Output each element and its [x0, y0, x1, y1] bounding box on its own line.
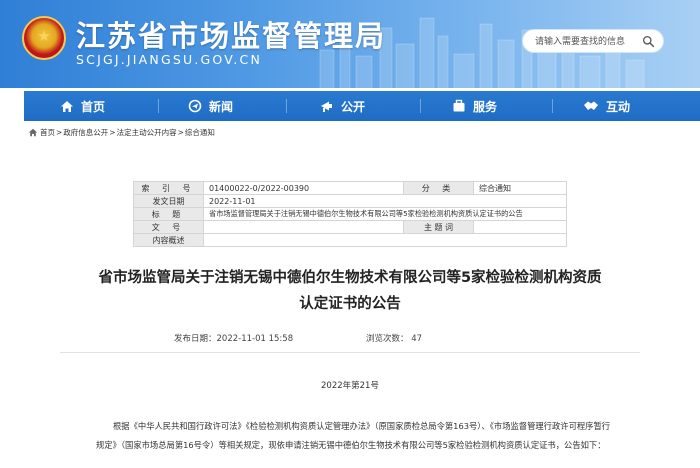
table-row: 发文日期 2022-11-01	[133, 194, 567, 208]
home-icon	[61, 100, 73, 112]
breadcrumb-item-notice[interactable]: 综合通知	[185, 127, 215, 138]
search-icon[interactable]	[642, 35, 655, 48]
search-input[interactable]	[535, 34, 643, 50]
view-count: 浏览次数： 47	[366, 334, 423, 344]
breadcrumb-separator: >	[109, 127, 116, 137]
date-label: 发文日期	[133, 194, 204, 208]
handshake-icon	[584, 101, 598, 110]
site-header: 江苏省市场监督管理局 SCJGJ.JIANGSU.GOV.CN	[0, 0, 700, 88]
home-icon[interactable]	[28, 128, 38, 137]
divider	[60, 352, 640, 353]
breadcrumb: 首页 > 政府信息公开 > 法定主动公开内容 > 综合通知	[28, 126, 215, 138]
nav-item-service[interactable]: 服务	[452, 91, 497, 121]
category-value: 综合通知	[473, 181, 567, 195]
summary-value	[203, 233, 567, 247]
site-title[interactable]: 江苏省市场监督管理局	[76, 13, 386, 55]
title-value: 省市场监督管理局关于注销无锡中德伯尔生物技术有限公司等5家检验检测机构资质认定证…	[203, 207, 567, 221]
service-icon	[453, 99, 465, 112]
index-label: 索 引 号	[133, 181, 204, 195]
table-row: 文 号 主 题 词	[133, 220, 567, 234]
nav-item-home[interactable]: 首页	[60, 91, 105, 121]
nav-item-label: 互动	[606, 99, 631, 114]
national-emblem-logo[interactable]	[22, 16, 66, 60]
main-nav: 首页 新闻 公开 服务 互动	[24, 91, 700, 121]
table-row: 索 引 号 01400022-0/2022-00390 分 类 综合通知	[133, 181, 567, 195]
table-row: 内容概述	[133, 233, 567, 247]
site-domain: SCJGJ.JIANGSU.GOV.CN	[76, 52, 263, 67]
summary-label: 内容概述	[133, 233, 204, 247]
nav-divider	[552, 99, 553, 113]
nav-item-label: 首页	[81, 99, 106, 114]
document-number: 2022年第21号	[321, 381, 379, 391]
article-title: 省市场监管局关于注销无锡中德伯尔生物技术有限公司等5家检验检测机构资质 认定证书…	[60, 265, 640, 317]
subject-value	[473, 220, 567, 234]
nav-item-label: 新闻	[209, 99, 234, 114]
date-value: 2022-11-01	[203, 194, 567, 208]
nav-divider	[420, 99, 421, 113]
open-icon	[321, 101, 332, 112]
breadcrumb-item-gov-info[interactable]: 政府信息公开	[63, 127, 108, 138]
search-box[interactable]	[522, 29, 664, 53]
breadcrumb-item-home[interactable]: 首页	[40, 127, 55, 138]
nav-item-open[interactable]: 公开	[320, 91, 365, 121]
nav-item-label: 公开	[341, 99, 366, 114]
publish-date: 发布日期：2022-11-01 15:58	[174, 334, 294, 344]
docno-value	[203, 220, 404, 234]
nav-item-interact[interactable]: 互动	[583, 91, 630, 121]
nav-divider	[158, 99, 159, 113]
category-label: 分 类	[403, 181, 474, 195]
document-info-table: 索 引 号 01400022-0/2022-00390 分 类 综合通知 发文日…	[133, 181, 567, 247]
article-body-paragraph: 根据《中华人民共和国行政许可法》《检验检测机构资质认定管理办法》（原国家质检总局…	[96, 421, 611, 450]
docno-label: 文 号	[133, 220, 204, 234]
title-label: 标 题	[133, 207, 204, 221]
table-row: 标 题 省市场监督管理局关于注销无锡中德伯尔生物技术有限公司等5家检验检测机构资…	[133, 207, 567, 221]
breadcrumb-separator: >	[56, 127, 63, 137]
nav-divider	[286, 99, 287, 113]
article-title-line: 省市场监管局关于注销无锡中德伯尔生物技术有限公司等5家检验检测机构资质	[98, 270, 602, 286]
subject-label: 主 题 词	[403, 220, 474, 234]
breadcrumb-separator: >	[177, 127, 184, 137]
index-value: 01400022-0/2022-00390	[203, 181, 404, 195]
article-title-line: 认定证书的公告	[299, 296, 401, 312]
news-icon	[188, 99, 202, 113]
nav-item-news[interactable]: 新闻	[188, 91, 233, 121]
nav-item-label: 服务	[473, 99, 498, 114]
breadcrumb-item-statutory[interactable]: 法定主动公开内容	[117, 127, 177, 138]
